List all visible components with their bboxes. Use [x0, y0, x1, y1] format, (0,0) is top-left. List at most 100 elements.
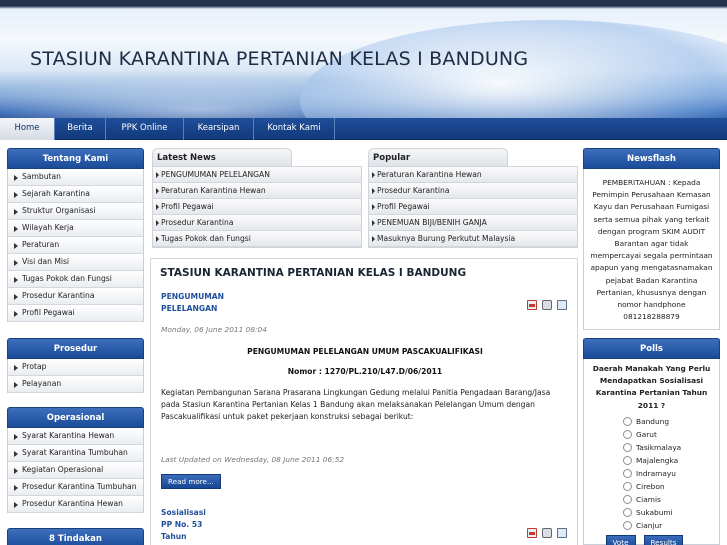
poll-option[interactable]: Cirebon — [584, 480, 719, 493]
popular-box: Popular Peraturan Karantina Hewan Prosed… — [368, 148, 578, 248]
poll-option[interactable]: Tasikmalaya — [584, 441, 719, 454]
menu-item-visi-misi[interactable]: Visi dan Misi — [8, 254, 143, 271]
latest-news-box: Latest News PENGUMUMAN PELELANGAN Peratu… — [152, 148, 362, 248]
menu-item-kegiatan[interactable]: Kegiatan Operasional — [8, 462, 143, 479]
article-title-line: PENGUMUMAN — [161, 292, 225, 301]
nav-tab-home[interactable]: Home — [0, 118, 55, 140]
nav-tab-ppk-online[interactable]: PPK Online — [106, 118, 184, 140]
main-content: STASIUN KARANTINA PERTANIAN KELAS I BAND… — [150, 258, 578, 545]
site-title: STASIUN KARANTINA PERTANIAN KELAS I BAND… — [30, 48, 529, 70]
nav-tab-kearsipan[interactable]: Kearsipan — [184, 118, 254, 140]
tentang-kami-menu: Tentang Kami Sambutan Sejarah Karantina … — [7, 148, 144, 322]
menu-item-protap[interactable]: Protap — [8, 359, 143, 376]
popular-item[interactable]: Prosedur Karantina — [369, 183, 577, 199]
menu-item-sejarah[interactable]: Sejarah Karantina — [8, 186, 143, 203]
poll-option-label: Cianjur — [636, 520, 663, 530]
poll-option[interactable]: Garut — [584, 428, 719, 441]
radio-button[interactable] — [623, 520, 632, 530]
article-title-line: PP No. 53 — [161, 520, 203, 529]
radio-button[interactable] — [623, 494, 632, 504]
article-title-link[interactable]: PENGUMUMAN PELELANGAN — [161, 291, 224, 315]
operasional-menu: Operasional Syarat Karantina Hewan Syara… — [7, 407, 144, 513]
article-tools — [527, 300, 567, 310]
page-title: STASIUN KARANTINA PERTANIAN KELAS I BAND… — [160, 267, 467, 279]
latest-news-title: Latest News — [152, 148, 292, 166]
main-nav: Home Berita PPK Online Kearsipan Kontak … — [0, 118, 727, 140]
poll-option-label: Sukabumi — [636, 507, 673, 517]
article-title-line: PELELANGAN — [161, 304, 218, 313]
polls-box: Polls Daerah Manakah Yang Perlu Mendapat… — [583, 338, 720, 545]
poll-option-label: Garut — [636, 429, 657, 439]
menu-item-syarat-tumbuhan[interactable]: Syarat Karantina Tumbuhan — [8, 445, 143, 462]
menu-item-pelayanan[interactable]: Pelayanan — [8, 376, 143, 393]
vote-button[interactable]: Vote — [605, 534, 636, 545]
popular-item[interactable]: Masuknya Burung Perkutut Malaysia — [369, 231, 577, 247]
poll-option-label: Tasikmalaya — [636, 442, 682, 452]
tindakan-menu: 8 Tindakan — [7, 528, 144, 545]
site-header: STASIUN KARANTINA PERTANIAN KELAS I BAND… — [0, 0, 727, 118]
poll-option-label: Bandung — [636, 416, 670, 426]
poll-option[interactable]: Sukabumi — [584, 506, 719, 519]
menu-item-prosedur-tumbuhan[interactable]: Prosedur Karantina Tumbuhan — [8, 479, 143, 496]
menu-item-syarat-hewan[interactable]: Syarat Karantina Hewan — [8, 428, 143, 445]
popular-item[interactable]: Peraturan Karantina Hewan — [369, 167, 577, 183]
latest-news-item[interactable]: Profil Pegawai — [153, 199, 361, 215]
print-icon[interactable] — [542, 528, 552, 538]
email-icon[interactable] — [557, 300, 567, 310]
menu-title: Tentang Kami — [7, 148, 144, 169]
nav-tab-kontak-kami[interactable]: Kontak Kami — [254, 118, 335, 140]
poll-option[interactable]: Cianjur — [584, 519, 719, 532]
menu-item-prosedur-karantina[interactable]: Prosedur Karantina — [8, 288, 143, 305]
poll-actions: Vote Results — [570, 532, 719, 545]
article-date: Monday, 06 June 2011 08:04 — [161, 325, 267, 334]
article-title-line: Sosialisasi — [161, 508, 206, 517]
poll-question: Daerah Manakah Yang Perlu Mendapatkan So… — [592, 364, 711, 410]
menu-item-tugas-pokok[interactable]: Tugas Pokok dan Fungsi — [8, 271, 143, 288]
prosedur-menu: Prosedur Protap Pelayanan — [7, 338, 144, 393]
menu-item-struktur[interactable]: Struktur Organisasi — [8, 203, 143, 220]
menu-item-peraturan[interactable]: Peraturan — [8, 237, 143, 254]
radio-button[interactable] — [623, 507, 632, 517]
menu-title: Prosedur — [7, 338, 144, 359]
menu-item-prosedur-hewan[interactable]: Prosedur Karantina Hewan — [8, 496, 143, 513]
email-icon[interactable] — [557, 528, 567, 538]
article-nomor: Nomor : 1270/PL.210/L47.D/06/2011 — [287, 367, 443, 376]
poll-option[interactable]: Majalengka — [584, 454, 719, 467]
radio-button[interactable] — [623, 416, 632, 426]
poll-option[interactable]: Ciamis — [584, 493, 719, 506]
pdf-icon[interactable] — [527, 528, 537, 538]
latest-news-item[interactable]: PENGUMUMAN PELELANGAN — [153, 167, 361, 183]
latest-news-item[interactable]: Prosedur Karantina — [153, 215, 361, 231]
popular-item[interactable]: Profil Pegawai — [369, 199, 577, 215]
menu-title: 8 Tindakan — [7, 528, 144, 545]
poll-option[interactable]: Bandung — [584, 415, 719, 428]
pdf-icon[interactable] — [527, 300, 537, 310]
article-heading: PENGUMUMAN PELELANGAN UMUM PASCAKUALIFIK… — [247, 347, 483, 356]
read-more-button[interactable]: Read more... — [161, 474, 221, 489]
poll-option[interactable]: Indramayu — [584, 467, 719, 480]
radio-button[interactable] — [623, 481, 632, 491]
radio-button[interactable] — [623, 468, 632, 478]
radio-button[interactable] — [623, 442, 632, 452]
menu-item-sambutan[interactable]: Sambutan — [8, 169, 143, 186]
polls-title: Polls — [583, 338, 720, 359]
article-title-link[interactable]: Sosialisasi PP No. 53 Tahun — [161, 507, 206, 543]
article-tools — [527, 528, 567, 538]
results-button[interactable]: Results — [643, 534, 684, 545]
article-body: Kegiatan Pembangunan Sarana Prasarana Li… — [161, 388, 551, 421]
poll-option-label: Indramayu — [636, 468, 676, 478]
newsflash-box: Newsflash PEMBERITAHUAN : Kepada Pemimpi… — [583, 148, 720, 330]
menu-item-profil-pegawai[interactable]: Profil Pegawai — [8, 305, 143, 322]
popular-title: Popular — [368, 148, 508, 166]
nav-tab-berita[interactable]: Berita — [55, 118, 106, 140]
poll-option-label: Majalengka — [636, 455, 679, 465]
menu-item-wilayah[interactable]: Wilayah Kerja — [8, 220, 143, 237]
article-title-line: Tahun — [161, 532, 187, 541]
latest-news-item[interactable]: Tugas Pokok dan Fungsi — [153, 231, 361, 247]
popular-item[interactable]: PENEMUAN BIJI/BENIH GANJA — [369, 215, 577, 231]
print-icon[interactable] — [542, 300, 552, 310]
radio-button[interactable] — [623, 429, 632, 439]
latest-news-item[interactable]: Peraturan Karantina Hewan — [153, 183, 361, 199]
radio-button[interactable] — [623, 455, 632, 465]
menu-title: Operasional — [7, 407, 144, 428]
